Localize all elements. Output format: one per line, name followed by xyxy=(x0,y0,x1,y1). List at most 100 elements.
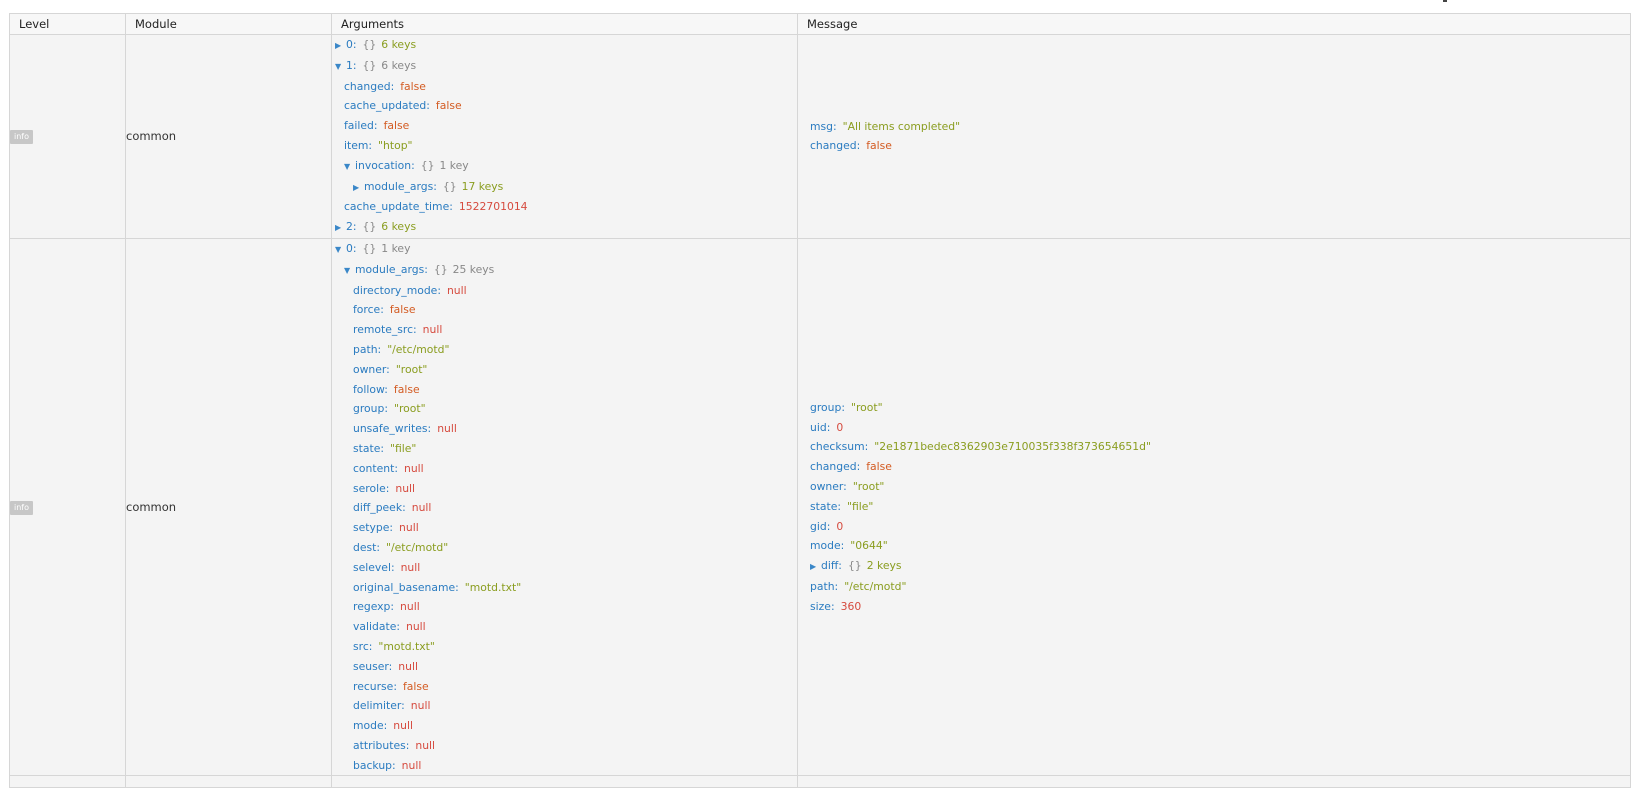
tree-node-2[interactable]: ▶ 2: {} 6 keys xyxy=(332,217,797,238)
json-value: 0 xyxy=(836,420,844,434)
json-value: false xyxy=(866,139,892,153)
triangle-right-icon[interactable]: ▶ xyxy=(335,218,346,238)
key-separator: : xyxy=(455,580,459,594)
json-key: original_basename xyxy=(353,580,456,594)
json-value: null xyxy=(411,501,432,515)
tree-entry-group: group: "root" xyxy=(798,398,1630,418)
key-separator: : xyxy=(449,200,453,214)
key-separator: : xyxy=(388,659,393,673)
tree-node-module_args[interactable]: ▶ module_args: {} 17 keys xyxy=(332,177,797,198)
tree-node-1[interactable]: ▼ 1: {} 6 keys xyxy=(332,56,797,77)
key-separator: : xyxy=(352,58,357,72)
json-key[interactable]: 2 xyxy=(346,220,353,233)
key-separator: : xyxy=(841,400,845,414)
tree-entry-mode: mode: null xyxy=(332,716,797,736)
json-key: group xyxy=(810,400,842,414)
json-value: "root" xyxy=(394,402,426,416)
tree-entry-diff_peek: diff_peek: null xyxy=(332,498,797,518)
key-separator: : xyxy=(390,600,395,614)
json-value: "/etc/motd" xyxy=(844,580,907,594)
message-cell: group: "root" uid: 0 checksum: "2e1871bedec83… xyxy=(797,237,1631,777)
key-separator: : xyxy=(401,699,405,713)
json-value: null xyxy=(393,719,413,733)
tree-node-0[interactable]: ▼ 0: {} 1 key xyxy=(332,239,797,260)
json-value: null xyxy=(422,323,443,337)
key-separator: : xyxy=(384,382,388,396)
json-key: attributes xyxy=(353,738,406,752)
json-key: mode xyxy=(353,719,384,733)
tree-entry-content: content: null xyxy=(332,459,797,479)
json-key[interactable]: diff xyxy=(821,559,838,572)
json-value: null xyxy=(437,422,457,436)
filler-cell xyxy=(331,775,798,789)
json-key: uid xyxy=(810,420,827,434)
tree-entry-directory_mode: directory_mode: null xyxy=(332,281,797,301)
json-key: serole xyxy=(353,481,386,495)
json-value: "motd.txt" xyxy=(464,580,522,594)
triangle-right-icon[interactable]: ▶ xyxy=(810,557,821,577)
tree-node-invocation[interactable]: ▼ invocation: {} 1 key xyxy=(332,156,797,177)
column-header-module[interactable]: Module xyxy=(125,13,332,35)
message-json-tree: group: "root" uid: 0 checksum: "2e1871bedec83… xyxy=(798,398,1630,617)
json-value: "root" xyxy=(851,400,883,414)
tree-node-0[interactable]: ▶ 0: {} 6 keys xyxy=(332,35,797,56)
json-key: directory_mode xyxy=(353,283,438,297)
column-header-arguments[interactable]: Arguments xyxy=(331,13,798,35)
log-row-partial xyxy=(9,775,1631,789)
json-value: "2e1871bedec8362903e710035f338f373654651… xyxy=(874,440,1151,454)
triangle-down-icon[interactable]: ▼ xyxy=(344,261,355,281)
json-value: "htop" xyxy=(378,138,413,152)
tree-node-diff[interactable]: ▶ diff: {} 2 keys xyxy=(798,556,1630,577)
json-key: diff_peek xyxy=(353,501,403,515)
object-brace: {} xyxy=(362,220,377,234)
json-key[interactable]: module_args xyxy=(355,263,424,276)
triangle-down-icon[interactable]: ▼ xyxy=(344,157,355,177)
key-separator: : xyxy=(856,460,861,474)
key-separator: : xyxy=(437,283,441,297)
json-value: false xyxy=(393,382,420,396)
tree-entry-delimiter: delimiter: null xyxy=(332,696,797,716)
message-json-tree: msg: "All items completed" changed: false xyxy=(798,117,1630,157)
tree-entry-item: item: "htop" xyxy=(332,136,797,156)
json-key[interactable]: module_args xyxy=(364,180,433,193)
key-separator: : xyxy=(386,362,390,376)
tree-entry-src: src: "motd.txt" xyxy=(332,637,797,657)
json-key: owner xyxy=(810,480,844,494)
json-key[interactable]: 1 xyxy=(346,59,353,72)
key-separator: : xyxy=(864,440,869,454)
level-badge: info xyxy=(10,500,34,515)
tree-entry-serole: serole: null xyxy=(332,479,797,499)
triangle-right-icon[interactable]: ▶ xyxy=(335,36,346,56)
key-separator: : xyxy=(393,679,397,693)
triangle-down-icon[interactable]: ▼ xyxy=(335,240,346,260)
json-key: state xyxy=(353,441,381,455)
tree-node-module_args[interactable]: ▼ module_args: {} 25 keys xyxy=(332,260,797,281)
json-key: unsafe_writes xyxy=(353,422,428,436)
arguments-cell: ▶ 0:{} 6 keys ▼ 1:{} 6 keys changed: false cache… xyxy=(331,34,798,239)
column-header-message[interactable]: Message xyxy=(797,13,1631,35)
key-count: 17 keys xyxy=(461,179,504,193)
triangle-right-icon[interactable]: ▶ xyxy=(353,178,364,198)
json-key[interactable]: 0 xyxy=(346,38,353,51)
json-key: mode xyxy=(810,539,841,553)
json-key[interactable]: invocation xyxy=(355,159,411,172)
tree-entry-dest: dest: "/etc/motd" xyxy=(332,538,797,558)
arguments-json-tree: ▼ 0:{} 1 key ▼ module_args:{} 25 keys director… xyxy=(332,239,797,776)
key-separator: : xyxy=(837,499,841,513)
json-value: "/etc/motd" xyxy=(386,540,449,554)
json-key[interactable]: 0 xyxy=(346,242,353,255)
json-value: false xyxy=(435,99,462,113)
tree-entry-failed: failed: false xyxy=(332,116,797,136)
triangle-down-icon[interactable]: ▼ xyxy=(335,57,346,77)
json-key: changed xyxy=(344,79,391,93)
tree-entry-selevel: selevel: null xyxy=(332,558,797,578)
level-badge: info xyxy=(10,129,34,144)
object-brace: {} xyxy=(362,38,377,51)
column-header-level[interactable]: Level xyxy=(9,13,126,35)
json-key: regexp xyxy=(353,600,391,614)
json-key: setype xyxy=(353,521,390,535)
json-key: follow xyxy=(353,382,385,396)
json-value: null xyxy=(410,699,431,713)
key-separator: : xyxy=(833,119,837,133)
json-key: force xyxy=(353,303,381,317)
